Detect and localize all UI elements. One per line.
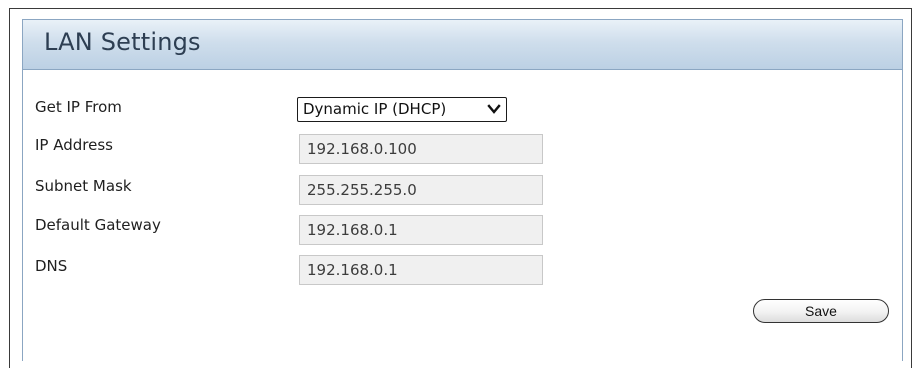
subnet-mask-label: Subnet Mask	[35, 177, 132, 195]
get-ip-from-select[interactable]: Dynamic IP (DHCP)	[297, 97, 507, 122]
panel-title: LAN Settings	[44, 28, 201, 56]
dns-label: DNS	[35, 257, 68, 275]
save-button[interactable]: Save	[753, 299, 889, 323]
lan-settings-panel: LAN Settings Get IP From Dynamic IP (DHC…	[22, 19, 903, 361]
get-ip-from-selected-value: Dynamic IP (DHCP)	[303, 100, 447, 118]
chevron-down-icon	[487, 101, 501, 117]
dns-field[interactable]: 192.168.0.1	[299, 255, 543, 285]
ip-address-field[interactable]: 192.168.0.100	[299, 134, 543, 164]
panel-header: LAN Settings	[23, 20, 902, 70]
subnet-mask-field[interactable]: 255.255.255.0	[299, 175, 543, 205]
ip-address-label: IP Address	[35, 136, 113, 154]
default-gateway-label: Default Gateway	[35, 216, 161, 234]
page-frame: LAN Settings Get IP From Dynamic IP (DHC…	[9, 8, 912, 368]
default-gateway-field[interactable]: 192.168.0.1	[299, 215, 543, 245]
get-ip-from-label: Get IP From	[35, 98, 122, 116]
